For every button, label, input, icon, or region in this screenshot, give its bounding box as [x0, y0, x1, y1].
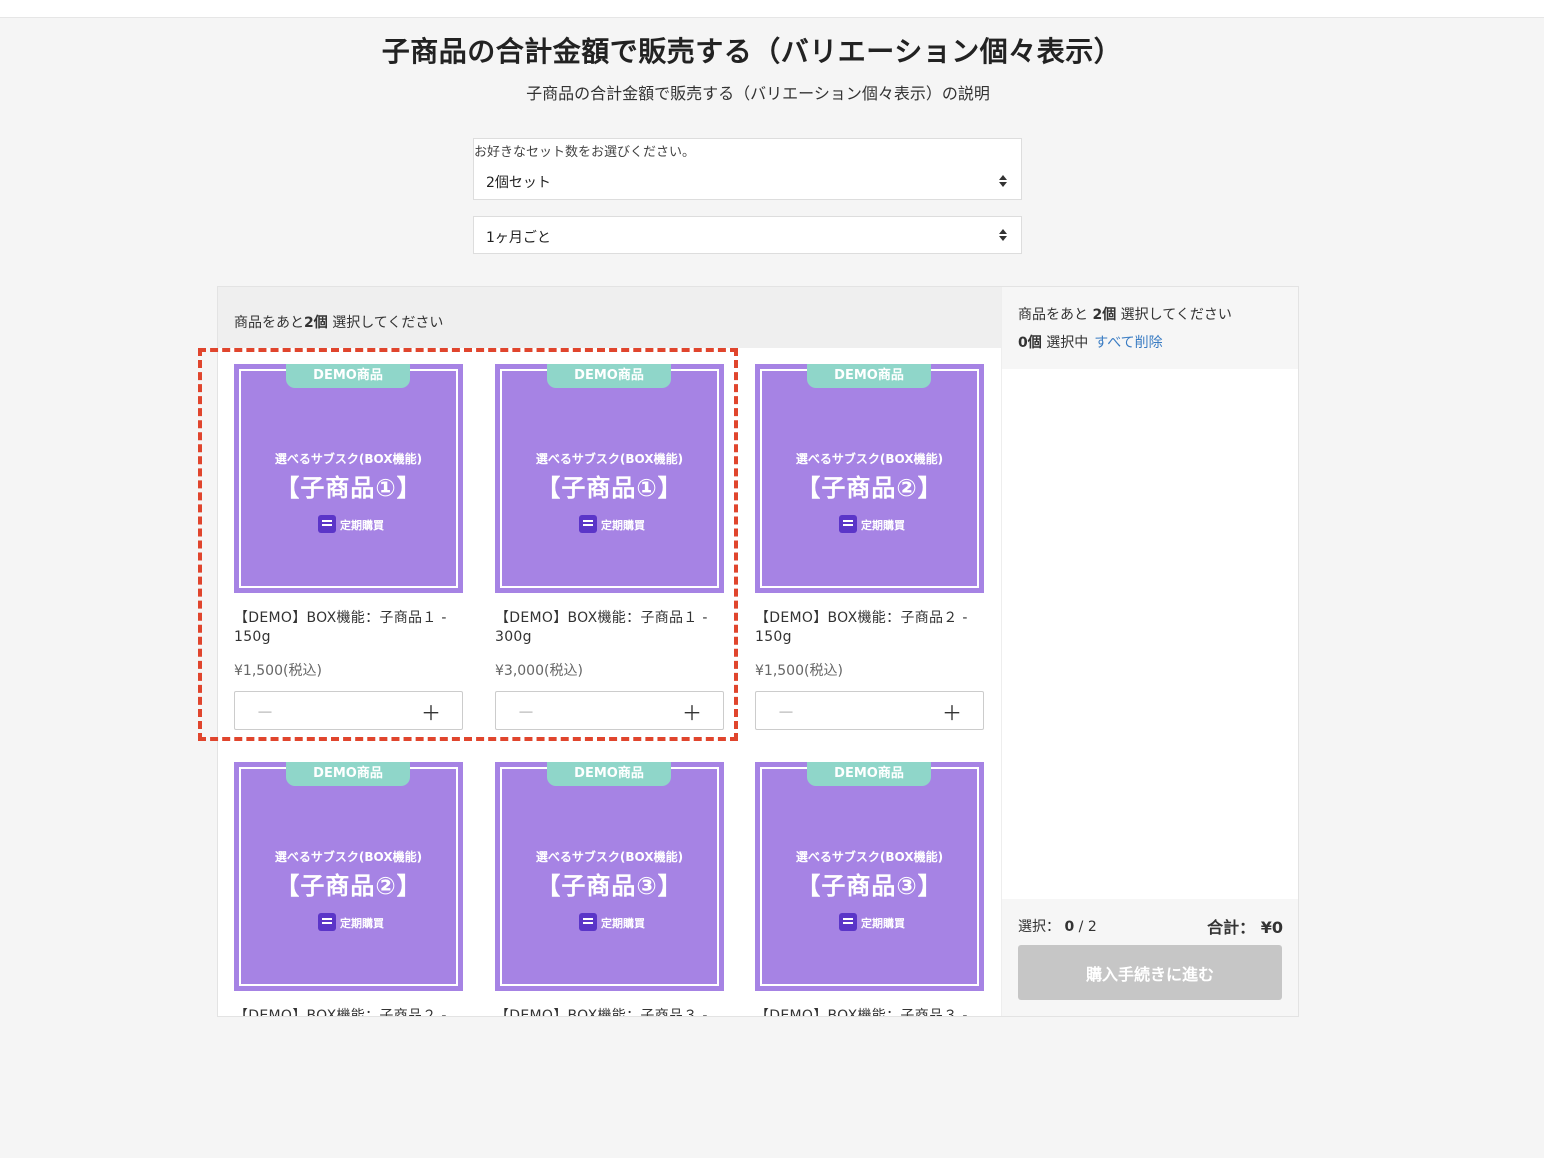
- summary-footer: 選択： 0 / 2 合計： ¥0 購入手続きに進む: [1002, 899, 1298, 1016]
- demo-tag: DEMO商品: [807, 364, 931, 388]
- remaining-pre: 商品をあと: [234, 315, 304, 331]
- products-header: 商品をあと2個 選択してください: [218, 287, 1001, 348]
- summary-remaining: 商品をあと 2個 選択してください: [1018, 304, 1232, 324]
- thumbnail-logo-text: 定期購買: [340, 917, 384, 930]
- thumbnail-title: 【子商品③】: [536, 872, 683, 900]
- checkout-button[interactable]: 購入手続きに進む: [1018, 945, 1282, 1000]
- product-name[interactable]: 【DEMO】BOX機能：子商品２ - 150g: [755, 609, 984, 647]
- summary-remaining-post: 選択してください: [1120, 307, 1232, 323]
- thumbnail-logo-text: 定期購買: [861, 519, 905, 532]
- product-thumbnail[interactable]: DEMO商品 選べるサブスク(BOX機能) 【子商品②】 定期購買: [234, 762, 463, 991]
- remaining-count: 2個: [304, 315, 328, 331]
- selection-label: 選択：: [1018, 919, 1060, 935]
- selection-counter: 選択： 0 / 2: [1018, 916, 1097, 936]
- summary-selected: 0個 選択中 すべて削除: [1018, 332, 1163, 352]
- set-count-value: 2個セット: [486, 175, 551, 191]
- thumbnail-title: 【子商品②】: [275, 872, 422, 900]
- top-bar: [0, 0, 1544, 18]
- selected-label: 選択中: [1046, 335, 1089, 351]
- clear-all-link[interactable]: すべて削除: [1094, 335, 1162, 351]
- total-label: 合計：: [1207, 918, 1256, 937]
- thumbnail-title: 【子商品③】: [796, 872, 943, 900]
- total-value: ¥0: [1260, 918, 1283, 937]
- product-thumbnail[interactable]: DEMO商品 選べるサブスク(BOX機能) 【子商品③】 定期購買: [755, 762, 984, 991]
- subscription-logo-icon: [579, 913, 597, 931]
- remaining-post: 選択してください: [332, 315, 444, 331]
- product-name[interactable]: 【DEMO】BOX機能：子商品２ -: [234, 1007, 463, 1016]
- frequency-select[interactable]: 1ヶ月ごと: [473, 216, 1022, 254]
- quantity-stepper: － ＋: [755, 691, 984, 730]
- thumbnail-subtitle: 選べるサブスク(BOX機能): [535, 850, 684, 864]
- remaining-instruction: 商品をあと2個 選択してください: [234, 312, 443, 332]
- product-thumbnail[interactable]: DEMO商品 選べるサブスク(BOX機能) 【子商品③】 定期購買: [495, 762, 724, 991]
- set-count-label: お好きなセット数をお選びください。: [474, 145, 696, 160]
- thumbnail-subtitle: 選べるサブスク(BOX機能): [795, 452, 944, 466]
- page-title: 子商品の合計金額で販売する（バリエーション個々表示）: [381, 35, 1123, 68]
- thumbnail-subtitle: 選べるサブスク(BOX機能): [274, 850, 423, 864]
- demo-tag: DEMO商品: [807, 762, 931, 786]
- subscription-logo-icon: [318, 913, 336, 931]
- summary-header: 商品をあと 2個 選択してください 0個 選択中 すべて削除: [1002, 287, 1298, 369]
- product-name[interactable]: 【DEMO】BOX機能：子商品３ -: [495, 1007, 724, 1016]
- product-thumbnail[interactable]: DEMO商品 選べるサブスク(BOX機能) 【子商品②】 定期購買: [755, 364, 984, 593]
- page-description: 子商品の合計金額で販売する（バリエーション個々表示）の説明: [526, 84, 990, 103]
- summary-remaining-pre: 商品をあと: [1018, 307, 1088, 323]
- thumbnail-subtitle: 選べるサブスク(BOX機能): [795, 850, 944, 864]
- product-price: ¥1,500(税込): [755, 663, 843, 679]
- product-name[interactable]: 【DEMO】BOX機能：子商品３ -: [755, 1007, 984, 1016]
- selection-summary-panel: 商品をあと 2個 選択してください 0個 選択中 すべて削除 選択： 0 / 2 …: [1001, 287, 1298, 1016]
- thumbnail-title: 【子商品②】: [796, 474, 943, 502]
- selection-max: / 2: [1078, 919, 1097, 935]
- subscription-logo-icon: [839, 913, 857, 931]
- selection-value: 0: [1064, 919, 1075, 935]
- increment-button[interactable]: ＋: [942, 697, 962, 726]
- demo-tag: DEMO商品: [547, 762, 671, 786]
- demo-tag: DEMO商品: [286, 762, 410, 786]
- summary-remaining-count: 2個: [1092, 307, 1117, 323]
- decrement-button[interactable]: －: [777, 699, 795, 725]
- highlight-dashed-box: [198, 348, 738, 741]
- thumbnail-logo-text: 定期購買: [601, 917, 645, 930]
- total-price: 合計： ¥0: [1207, 914, 1283, 938]
- set-count-select[interactable]: お好きなセット数をお選びください。 2個セット: [473, 138, 1022, 200]
- thumbnail-logo-text: 定期購買: [861, 917, 905, 930]
- frequency-value: 1ヶ月ごと: [486, 230, 551, 246]
- selected-count: 0個: [1018, 335, 1042, 351]
- subscription-logo-icon: [839, 515, 857, 533]
